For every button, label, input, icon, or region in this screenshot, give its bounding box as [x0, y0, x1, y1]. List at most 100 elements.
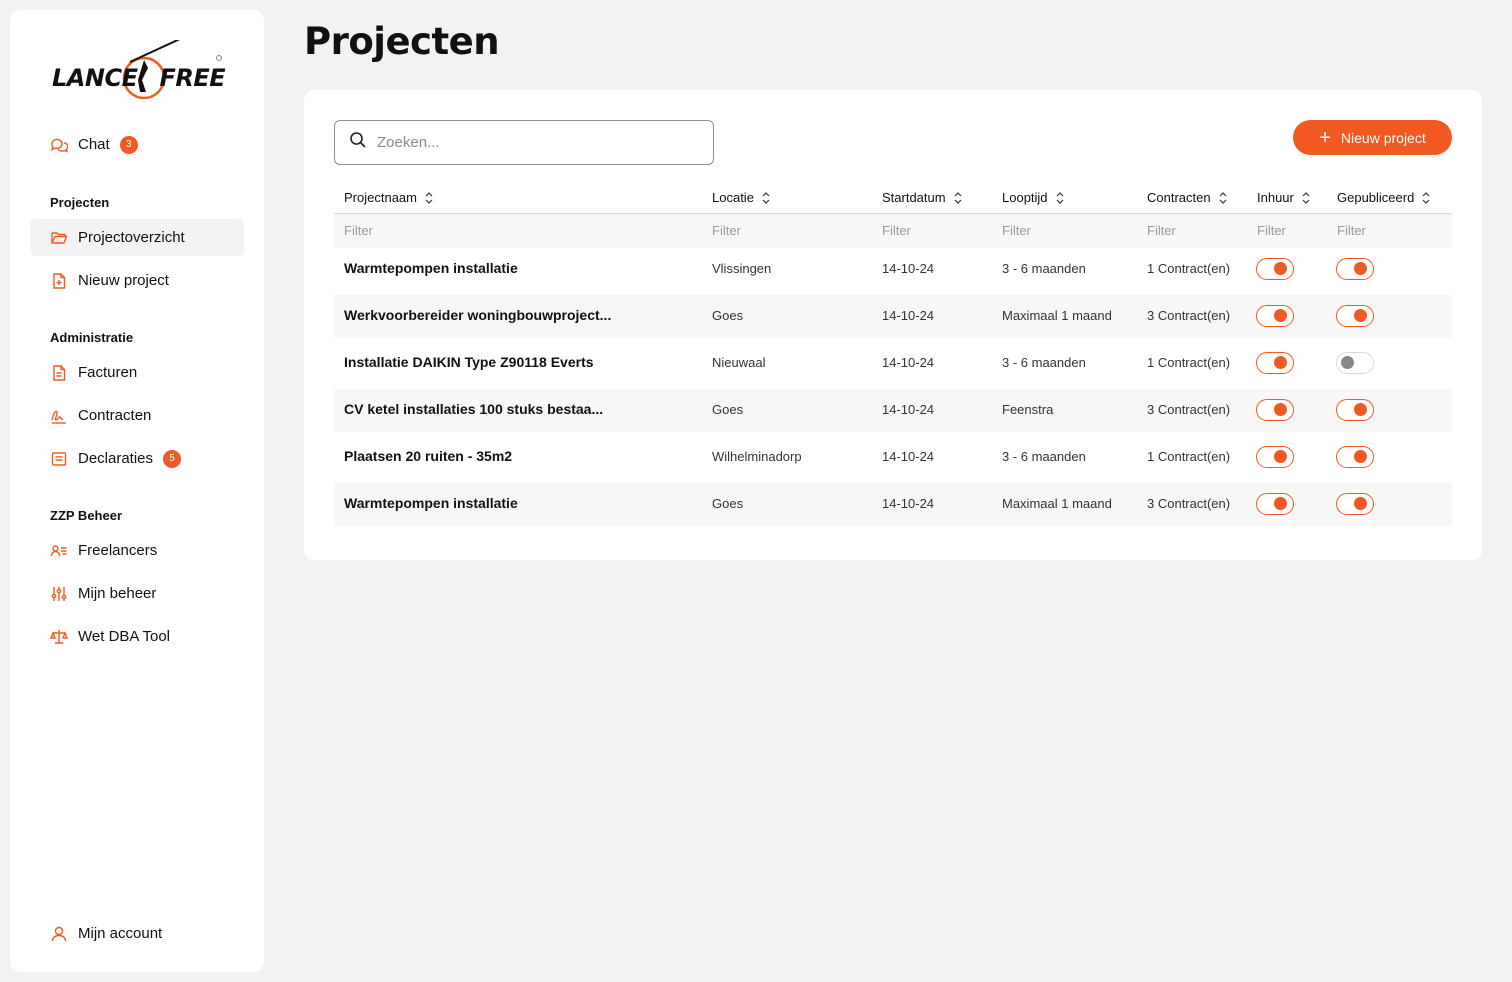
sidebar-item-nieuw-project[interactable]: Nieuw project: [30, 262, 244, 299]
sidebar-item-label: Nieuw project: [78, 272, 169, 289]
sidebar: LANCE FREE Chat 3 Projecten Projectoverzi…: [10, 10, 264, 972]
table-row[interactable]: CV ketel installaties 100 stuks bestaa..…: [334, 389, 1452, 432]
inhuur-toggle[interactable]: [1256, 305, 1294, 327]
sort-icon: [1056, 191, 1063, 204]
cell-projectnaam: Werkvoorbereider woningbouwproject...: [344, 307, 612, 323]
cell-startdatum: 14-10-24: [882, 402, 935, 417]
inhuur-toggle[interactable]: [1256, 399, 1294, 421]
chat-icon: [50, 136, 68, 154]
filter-input-gepubliceerd[interactable]: [1337, 223, 1437, 238]
toggle-knob: [1354, 262, 1367, 275]
gepubliceerd-toggle[interactable]: [1336, 258, 1374, 280]
cell-contracten: 3 Contract(en): [1147, 496, 1231, 511]
section-title-administratie: Administratie: [50, 330, 134, 345]
toggle-knob: [1354, 403, 1367, 416]
gepubliceerd-toggle[interactable]: [1336, 493, 1374, 515]
cell-looptijd: 3 - 6 maanden: [1002, 355, 1086, 370]
column-header-inhuur[interactable]: Inhuur: [1257, 190, 1310, 205]
cell-startdatum: 14-10-24: [882, 496, 935, 511]
sidebar-item-wet-dba-tool[interactable]: Wet DBA Tool: [30, 618, 244, 655]
plus-icon: +: [1319, 126, 1331, 149]
cell-looptijd: 3 - 6 maanden: [1002, 449, 1086, 464]
cell-projectnaam: Plaatsen 20 ruiten - 35m2: [344, 448, 513, 464]
cell-looptijd: Maximaal 1 maand: [1002, 308, 1112, 323]
cell-looptijd: 3 - 6 maanden: [1002, 261, 1086, 276]
sidebar-item-label: Mijn beheer: [78, 585, 157, 602]
sidebar-item-label: Declaraties: [78, 450, 154, 467]
filter-input-projectnaam[interactable]: [344, 223, 444, 238]
gepubliceerd-toggle[interactable]: [1336, 399, 1374, 421]
column-header-contracten[interactable]: Contracten: [1147, 190, 1227, 205]
filter-input-startdatum[interactable]: [882, 223, 982, 238]
inhuur-toggle[interactable]: [1256, 446, 1294, 468]
sidebar-item-mijn-account[interactable]: Mijn account: [30, 915, 244, 952]
search-input[interactable]: [377, 134, 697, 151]
cell-looptijd: Feenstra: [1002, 402, 1054, 417]
cell-locatie: Nieuwaal: [712, 355, 766, 370]
sidebar-item-freelancers[interactable]: Freelancers: [30, 532, 244, 569]
sidebar-item-mijn-beheer[interactable]: Mijn beheer: [30, 575, 244, 612]
inhuur-toggle[interactable]: [1256, 493, 1294, 515]
cell-startdatum: 14-10-24: [882, 261, 935, 276]
cell-projectnaam: Installatie DAIKIN Type Z90118 Everts: [344, 354, 594, 370]
signature-icon: [50, 407, 68, 425]
cell-startdatum: 14-10-24: [882, 308, 935, 323]
toggle-knob: [1274, 262, 1287, 275]
column-header-locatie[interactable]: Locatie: [712, 190, 770, 205]
document-icon: [50, 364, 68, 382]
toggle-knob: [1354, 450, 1367, 463]
sidebar-item-label: Projectoverzicht: [78, 229, 185, 246]
cell-contracten: 3 Contract(en): [1147, 402, 1231, 417]
filter-input-inhuur[interactable]: [1257, 223, 1317, 238]
cell-locatie: Goes: [712, 496, 744, 511]
table-filter-row: [334, 214, 1452, 248]
sidebar-item-contracten[interactable]: Contracten: [30, 397, 244, 434]
inhuur-toggle[interactable]: [1256, 258, 1294, 280]
declaraties-badge: 5: [163, 449, 182, 468]
table-row[interactable]: Warmtepompen installatie Vlissingen 14-10-…: [334, 248, 1452, 291]
user-icon: [50, 925, 68, 943]
cell-locatie: Vlissingen: [712, 261, 772, 276]
sliders-icon: [50, 585, 68, 603]
table-row[interactable]: Werkvoorbereider woningbouwproject... Goe…: [334, 295, 1452, 338]
new-project-button[interactable]: + Nieuw project: [1293, 120, 1452, 155]
cell-contracten: 3 Contract(en): [1147, 308, 1231, 323]
cell-projectnaam: Warmtepompen installatie: [344, 495, 518, 511]
inhuur-toggle[interactable]: [1256, 352, 1294, 374]
column-header-projectnaam[interactable]: Projectnaam: [344, 190, 433, 205]
column-header-startdatum[interactable]: Startdatum: [882, 190, 962, 205]
filter-input-looptijd[interactable]: [1002, 223, 1102, 238]
sidebar-item-chat[interactable]: Chat 3: [30, 126, 244, 163]
sidebar-item-declaraties[interactable]: Declaraties 5: [30, 440, 244, 477]
logo-text-right: FREE: [159, 64, 226, 92]
table-row[interactable]: Warmtepompen installatie Goes 14-10-24 Maxi…: [334, 483, 1452, 526]
toggle-knob: [1354, 309, 1367, 322]
cell-startdatum: 14-10-24: [882, 449, 935, 464]
gepubliceerd-toggle[interactable]: [1336, 446, 1374, 468]
logo-text-left: LANCE: [52, 64, 138, 92]
table-row[interactable]: Installatie DAIKIN Type Z90118 Everts Nie…: [334, 342, 1452, 385]
search-box[interactable]: [334, 120, 714, 165]
gepubliceerd-toggle[interactable]: [1336, 352, 1374, 374]
gepubliceerd-toggle[interactable]: [1336, 305, 1374, 327]
sidebar-item-label: Chat: [78, 136, 110, 153]
column-header-gepubliceerd[interactable]: Gepubliceerd: [1337, 190, 1430, 205]
sidebar-item-projectoverzicht[interactable]: Projectoverzicht: [30, 219, 244, 256]
cell-projectnaam: CV ketel installaties 100 stuks bestaa..…: [344, 401, 604, 417]
filter-input-contracten[interactable]: [1147, 223, 1247, 238]
cell-startdatum: 14-10-24: [882, 355, 935, 370]
toggle-knob: [1274, 356, 1287, 369]
lancefree-logo[interactable]: LANCE FREE: [52, 40, 226, 104]
toggle-knob: [1274, 450, 1287, 463]
toggle-knob: [1274, 309, 1287, 322]
table-row[interactable]: Plaatsen 20 ruiten - 35m2 Wilhelminadorp 1…: [334, 436, 1452, 479]
new-project-button-label: Nieuw project: [1340, 129, 1426, 146]
cell-locatie: Goes: [712, 402, 744, 417]
scales-icon: [50, 628, 68, 646]
folder-open-icon: [50, 229, 68, 247]
cell-contracten: 1 Contract(en): [1147, 449, 1231, 464]
filter-input-locatie[interactable]: [712, 223, 812, 238]
section-title-projecten: Projecten: [50, 195, 110, 210]
column-header-looptijd[interactable]: Looptijd: [1002, 190, 1064, 205]
sidebar-item-facturen[interactable]: Facturen: [30, 354, 244, 391]
